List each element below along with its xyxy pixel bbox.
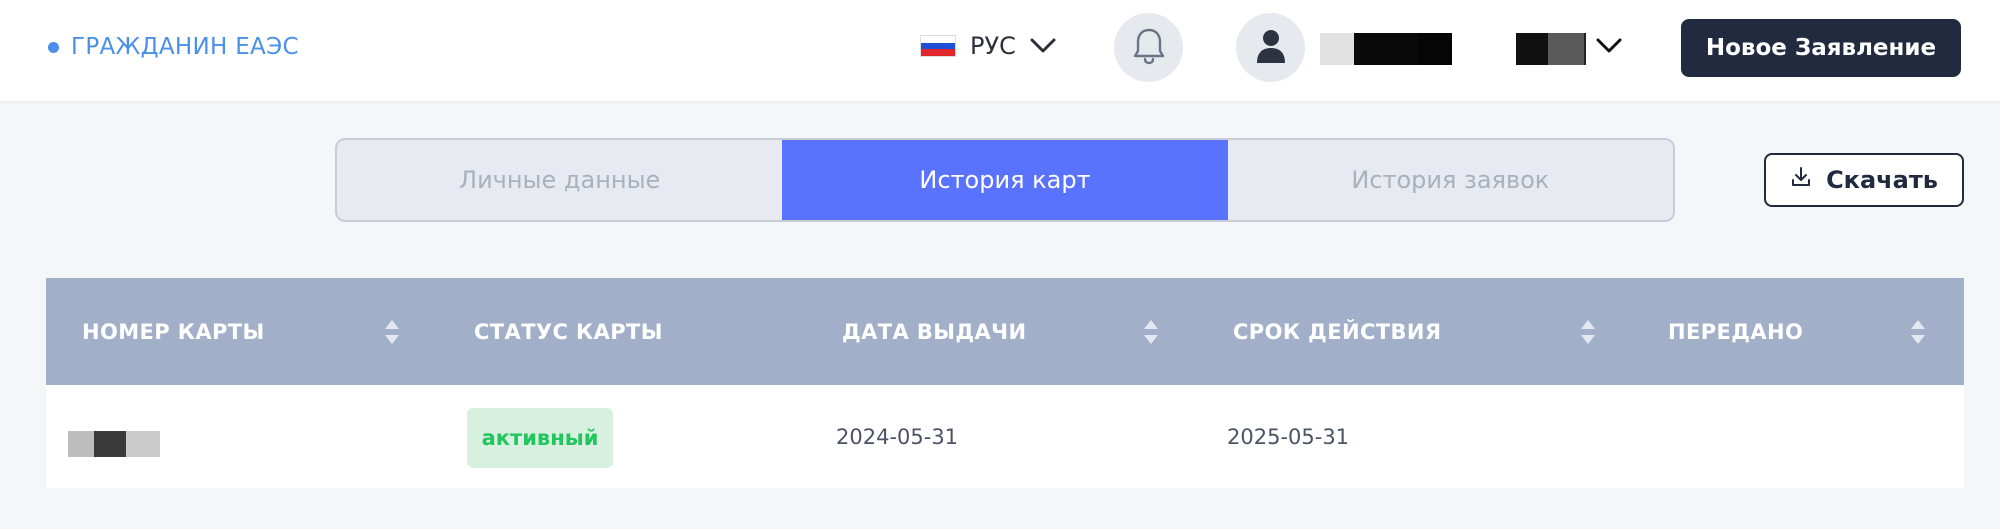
- user-icon: [1256, 28, 1286, 68]
- user-name-redacted: [1320, 33, 1452, 65]
- card-history-table: НОМЕР КАРТЫ СТАТУС КАРТЫ ДАТА ВЫДАЧИ СРО…: [46, 278, 1964, 488]
- sort-icon[interactable]: [1580, 318, 1596, 350]
- tab-personal-data[interactable]: Личные данные: [337, 140, 782, 220]
- expiry-date-cell: 2025-05-31: [1227, 424, 1350, 449]
- column-header-expiry-date[interactable]: СРОК ДЕЙСТВИЯ: [1233, 278, 1441, 385]
- language-label: РУС: [970, 32, 1016, 60]
- brand-label: ГРАЖДАНИН ЕАЭС: [71, 34, 299, 60]
- download-label: Скачать: [1826, 166, 1938, 194]
- top-header: ГРАЖДАНИН ЕАЭС РУС Новое Заявление: [0, 0, 2000, 101]
- issue-date-cell: 2024-05-31: [836, 424, 959, 449]
- user-avatar-button[interactable]: [1236, 13, 1305, 82]
- download-icon: [1790, 166, 1812, 194]
- brand-link[interactable]: ГРАЖДАНИН ЕАЭС: [48, 34, 299, 60]
- notifications-button[interactable]: [1114, 13, 1183, 82]
- column-header-card-status: СТАТУС КАРТЫ: [474, 319, 663, 344]
- user-menu-redacted[interactable]: [1516, 33, 1586, 65]
- table-row[interactable]: 2024-05-31 2025-05-31: [46, 385, 1964, 488]
- status-badge: активный: [467, 408, 613, 468]
- chevron-down-icon: [1030, 38, 1056, 54]
- profile-tabs: Личные данные История карт История заяво…: [335, 138, 1675, 222]
- column-header-card-number[interactable]: НОМЕР КАРТЫ: [82, 278, 265, 385]
- download-button[interactable]: Скачать: [1764, 153, 1964, 207]
- new-application-button[interactable]: Новое Заявление: [1681, 19, 1961, 77]
- table-header: НОМЕР КАРТЫ СТАТУС КАРТЫ ДАТА ВЫДАЧИ СРО…: [46, 278, 1964, 385]
- russia-flag-icon: [920, 35, 956, 57]
- column-header-issue-date[interactable]: ДАТА ВЫДАЧИ: [842, 278, 1027, 385]
- user-menu-chevron-icon[interactable]: [1596, 38, 1622, 58]
- bell-icon: [1132, 27, 1166, 69]
- sort-icon[interactable]: [1143, 318, 1159, 350]
- card-number-redacted: [68, 431, 160, 457]
- tab-card-history[interactable]: История карт: [782, 140, 1228, 220]
- sort-icon[interactable]: [384, 318, 400, 350]
- tab-application-history[interactable]: История заявок: [1228, 140, 1673, 220]
- column-header-transferred[interactable]: ПЕРЕДАНО: [1668, 278, 1803, 385]
- sort-icon[interactable]: [1910, 318, 1926, 350]
- brand-dot-icon: [48, 41, 59, 53]
- language-selector[interactable]: РУС: [920, 32, 1056, 60]
